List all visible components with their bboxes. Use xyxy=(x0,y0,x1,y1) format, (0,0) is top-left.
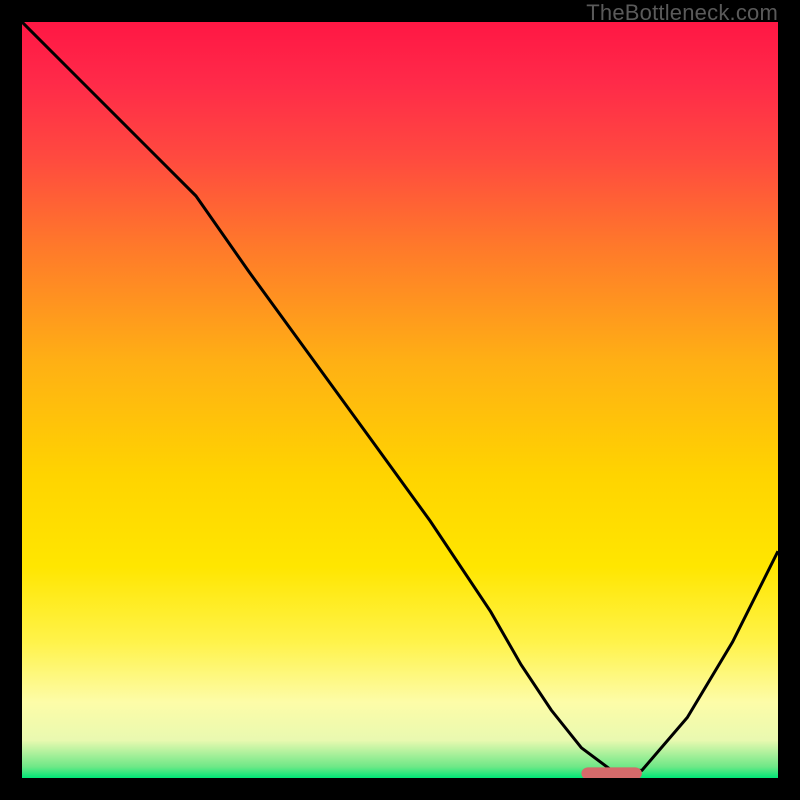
optimal-range-marker xyxy=(581,767,642,778)
chart-frame: TheBottleneck.com xyxy=(0,0,800,800)
chart-svg xyxy=(22,22,778,778)
plot-area xyxy=(22,22,778,778)
